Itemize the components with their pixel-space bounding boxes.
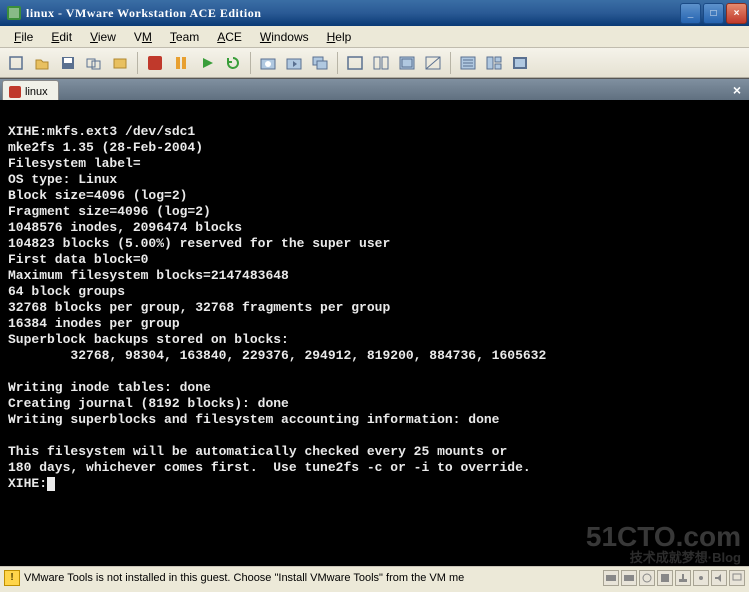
menu-vm[interactable]: VM [126, 28, 160, 46]
menu-view[interactable]: View [82, 28, 124, 46]
warning-icon: ! [4, 570, 20, 586]
titlebar: linux - VMware Workstation ACE Edition _… [0, 0, 749, 26]
cursor [47, 477, 55, 491]
menu-file[interactable]: File [6, 28, 41, 46]
menu-ace[interactable]: ACE [209, 28, 250, 46]
floppy-icon[interactable] [657, 570, 673, 586]
window-title: linux - VMware Workstation ACE Edition [26, 6, 680, 21]
menu-edit[interactable]: Edit [43, 28, 80, 46]
network-icon[interactable] [675, 570, 691, 586]
vm-icon [9, 86, 21, 98]
power-off-button[interactable] [143, 51, 167, 75]
display-icon[interactable] [729, 570, 745, 586]
unity-button[interactable] [421, 51, 445, 75]
terminal-container: XIHE:mkfs.ext3 /dev/sdc1 mke2fs 1.35 (28… [0, 100, 749, 566]
toolbar-separator [250, 52, 251, 74]
menu-team[interactable]: Team [162, 28, 207, 46]
show-console-button[interactable] [343, 51, 367, 75]
status-message: VMware Tools is not installed in this gu… [24, 572, 599, 584]
new-team-button[interactable] [82, 51, 106, 75]
vm-tab-bar: linux × [0, 78, 749, 100]
fullscreen-button[interactable] [395, 51, 419, 75]
app-icon [6, 5, 22, 21]
appliance-view-button[interactable] [482, 51, 506, 75]
snapshot-button[interactable] [256, 51, 280, 75]
menu-help[interactable]: Help [319, 28, 360, 46]
terminal[interactable]: XIHE:mkfs.ext3 /dev/sdc1 mke2fs 1.35 (28… [2, 102, 747, 564]
menu-windows[interactable]: Windows [252, 28, 317, 46]
open-vm-button[interactable] [30, 51, 54, 75]
summary-view-button[interactable] [456, 51, 480, 75]
hdd2-icon[interactable] [621, 570, 637, 586]
new-vm-button[interactable] [4, 51, 28, 75]
cd-icon[interactable] [639, 570, 655, 586]
usb-icon[interactable] [693, 570, 709, 586]
vm-tab-label: linux [25, 86, 48, 98]
vm-tab-close-button[interactable]: × [729, 82, 745, 98]
reset-button[interactable] [221, 51, 245, 75]
minimize-button[interactable]: _ [680, 3, 701, 24]
toolbar-separator [137, 52, 138, 74]
statusbar: ! VMware Tools is not installed in this … [0, 566, 749, 588]
maximize-button[interactable]: □ [703, 3, 724, 24]
toolbar [0, 48, 749, 78]
console-view-button[interactable] [508, 51, 532, 75]
open-team-button[interactable] [108, 51, 132, 75]
hdd-icon[interactable] [603, 570, 619, 586]
toolbar-separator [337, 52, 338, 74]
quick-switch-button[interactable] [369, 51, 393, 75]
power-on-button[interactable] [195, 51, 219, 75]
manage-snapshots-button[interactable] [308, 51, 332, 75]
vm-tab-linux[interactable]: linux [2, 80, 59, 100]
suspend-button[interactable] [169, 51, 193, 75]
sound-icon[interactable] [711, 570, 727, 586]
window-controls: _ □ × [680, 3, 747, 24]
save-button[interactable] [56, 51, 80, 75]
menubar: File Edit View VM Team ACE Windows Help [0, 26, 749, 48]
close-button[interactable]: × [726, 3, 747, 24]
revert-snapshot-button[interactable] [282, 51, 306, 75]
toolbar-separator [450, 52, 451, 74]
status-device-icons [603, 570, 745, 586]
